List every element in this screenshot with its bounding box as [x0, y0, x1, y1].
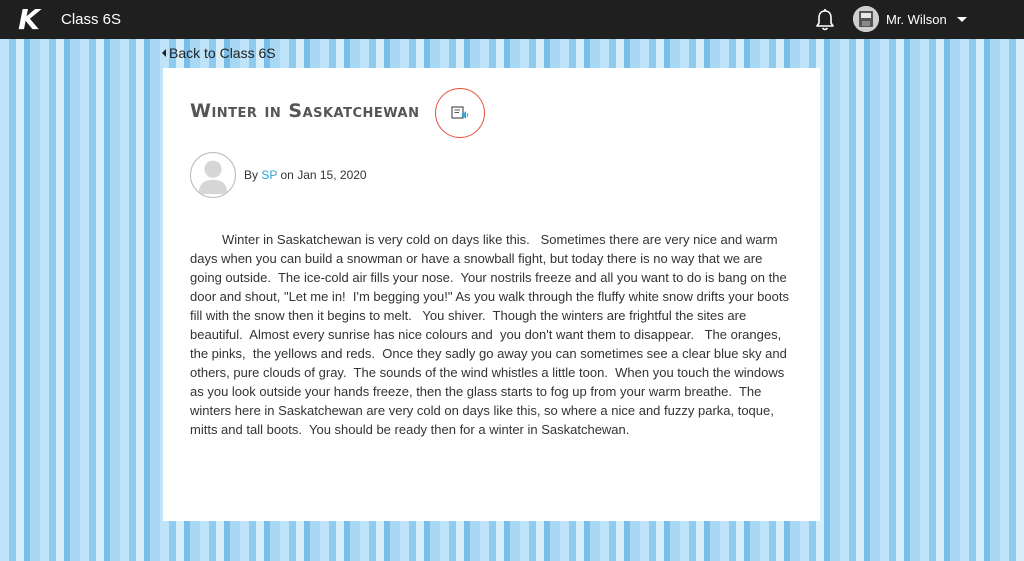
byline-prefix: By — [244, 168, 259, 182]
user-name: Mr. Wilson — [886, 11, 947, 27]
caret-left-icon — [162, 49, 166, 57]
post-body: Winter in Saskatchewan is very cold on d… — [190, 232, 793, 437]
app-logo[interactable]: K — [12, 3, 44, 36]
post-date: Jan 15, 2020 — [297, 168, 367, 182]
post-card: Winter in Saskatchewan By SP on Jan 15, … — [163, 68, 820, 521]
byline-date-prefix: on — [280, 168, 294, 182]
listen-button[interactable] — [435, 88, 485, 138]
bell-icon[interactable] — [814, 8, 836, 32]
caret-down-icon — [956, 16, 967, 22]
byline: By SP on Jan 15, 2020 — [244, 168, 367, 182]
text-to-speech-icon — [451, 106, 469, 119]
back-link[interactable]: Back to Class 6S — [162, 45, 276, 61]
top-bar: K Class 6S Mr. Wilson — [0, 0, 1024, 39]
author-avatar — [190, 152, 236, 198]
class-name[interactable]: Class 6S — [61, 11, 121, 28]
author-link[interactable]: SP — [261, 168, 277, 182]
author-row: By SP on Jan 15, 2020 — [190, 152, 367, 198]
user-menu[interactable]: Mr. Wilson — [853, 6, 967, 32]
back-link-label: Back to Class 6S — [169, 45, 276, 61]
post-title: Winter in Saskatchewan — [190, 100, 420, 122]
user-avatar — [853, 6, 879, 32]
